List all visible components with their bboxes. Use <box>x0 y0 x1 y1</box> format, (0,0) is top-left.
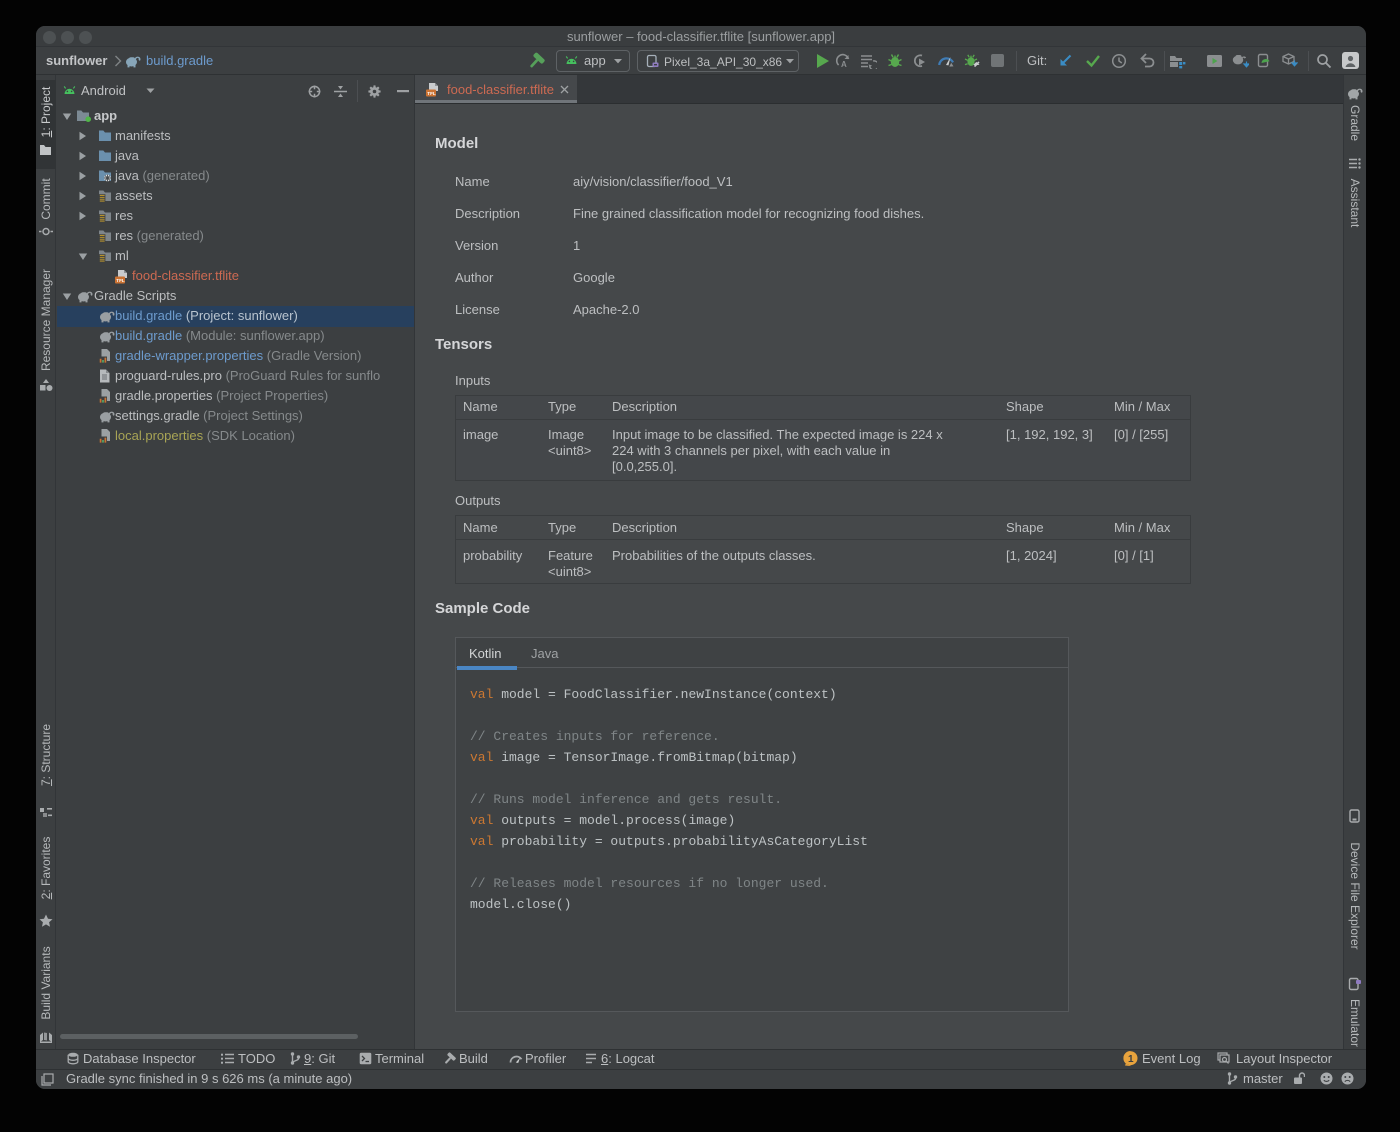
svg-text:1: 1 <box>1128 1054 1134 1065</box>
svg-text:TFL: TFL <box>427 91 436 96</box>
svg-text:A: A <box>841 60 847 69</box>
svg-text:TFL: TFL <box>116 278 125 283</box>
